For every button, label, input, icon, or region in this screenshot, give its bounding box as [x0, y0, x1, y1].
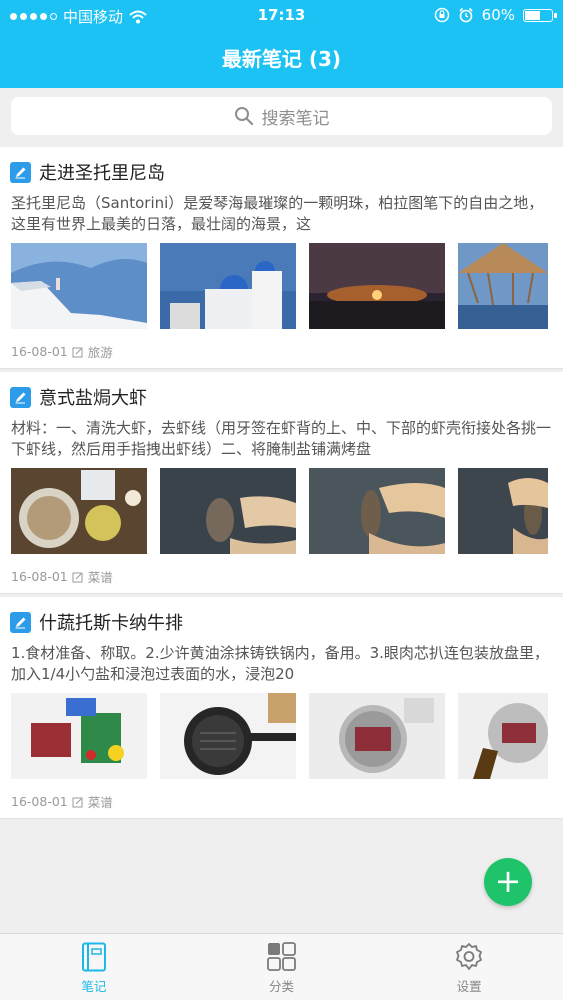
note-card[interactable]: 什蔬托斯卡纳牛排 1.食材准备、称取。2.少许黄油涂抹铸铁锅内，备用。3.眼肉芯… — [0, 597, 563, 819]
note-images — [11, 693, 563, 779]
status-bar: 中国移动 17:13 60% — [0, 0, 563, 30]
tab-categories[interactable]: 分类 — [188, 934, 376, 1000]
photo-steak-soaking[interactable] — [309, 693, 445, 779]
notebook-icon — [81, 942, 106, 972]
note-date: 16-08-01 — [11, 344, 68, 359]
photo-cast-iron-pan[interactable] — [160, 693, 296, 779]
alarm-icon — [459, 7, 473, 23]
search-placeholder: 搜索笔记 — [261, 108, 330, 129]
gear-icon — [456, 943, 483, 970]
photo-santorini-stairs[interactable] — [11, 243, 147, 329]
note-meta: 16-08-01 菜谱 — [11, 792, 113, 811]
category-tag-icon — [72, 347, 83, 357]
photo-beach-umbrella[interactable] — [458, 243, 548, 329]
note-title: 意式盐焗大虾 — [39, 388, 147, 409]
add-note-button[interactable]: + — [484, 858, 532, 906]
battery-icon — [523, 8, 557, 22]
note-excerpt: 1.食材准备、称取。2.少许黄油涂抹铸铁锅内，备用。3.眼肉芯扒连包装放盘里，加… — [11, 644, 549, 683]
search-input[interactable]: 搜索笔记 — [11, 97, 552, 135]
status-right: 60% — [434, 6, 557, 24]
note-date: 16-08-01 — [11, 569, 68, 584]
tab-bar: 笔记 分类 设置 — [0, 933, 563, 1000]
photo-shrimp-ingredients[interactable] — [11, 468, 147, 554]
note-category: 旅游 — [87, 345, 113, 360]
note-images — [11, 243, 563, 329]
category-tag-icon — [72, 572, 83, 582]
note-excerpt: 材料：一、清洗大虾，去虾线（用牙签在虾背的上、中、下部的虾壳衔接处各挑一下虾线，… — [11, 419, 552, 458]
photo-steak-seasoning[interactable] — [458, 693, 548, 779]
note-meta: 16-08-01 旅游 — [11, 342, 113, 361]
photo-shrimp-cleaning-1[interactable] — [160, 468, 296, 554]
battery-percent: 60% — [481, 6, 515, 24]
note-pen-icon — [10, 161, 31, 183]
note-title: 什蔬托斯卡纳牛排 — [39, 613, 183, 634]
note-card[interactable]: 走进圣托里尼岛 圣托里尼岛（Santorini）是爱琴海最璀璨的一颗明珠，柏拉图… — [0, 147, 563, 369]
note-meta: 16-08-01 菜谱 — [11, 567, 113, 586]
note-category: 菜谱 — [87, 795, 113, 810]
search-area: 搜索笔记 — [0, 88, 563, 146]
tab-label: 分类 — [269, 979, 295, 994]
note-excerpt: 圣托里尼岛（Santorini）是爱琴海最璀璨的一颗明珠，柏拉图笔下的自由之地，… — [11, 194, 544, 233]
photo-santorini-domes[interactable] — [160, 243, 296, 329]
search-icon — [234, 107, 253, 126]
note-pen-icon — [10, 611, 31, 633]
photo-steak-ingredients[interactable] — [11, 693, 147, 779]
note-category: 菜谱 — [87, 570, 113, 585]
orientation-lock-icon — [434, 7, 449, 23]
category-tag-icon — [72, 797, 83, 807]
photo-shrimp-cleaning-3[interactable] — [458, 468, 548, 554]
note-title: 走进圣托里尼岛 — [39, 163, 165, 184]
tab-notes[interactable]: 笔记 — [0, 934, 188, 1000]
tab-label: 笔记 — [81, 979, 107, 994]
note-card[interactable]: 意式盐焗大虾 材料：一、清洗大虾，去虾线（用牙签在虾背的上、中、下部的虾壳衔接处… — [0, 372, 563, 594]
photo-shrimp-cleaning-2[interactable] — [309, 468, 445, 554]
tab-label: 设置 — [456, 979, 482, 994]
note-date: 16-08-01 — [11, 794, 68, 809]
photo-sunset[interactable] — [309, 243, 445, 329]
tab-settings[interactable]: 设置 — [375, 934, 563, 1000]
note-images — [11, 468, 563, 554]
note-pen-icon — [10, 386, 31, 408]
grid-icon — [266, 942, 296, 971]
page-title: 最新笔记 (3) — [0, 30, 563, 88]
